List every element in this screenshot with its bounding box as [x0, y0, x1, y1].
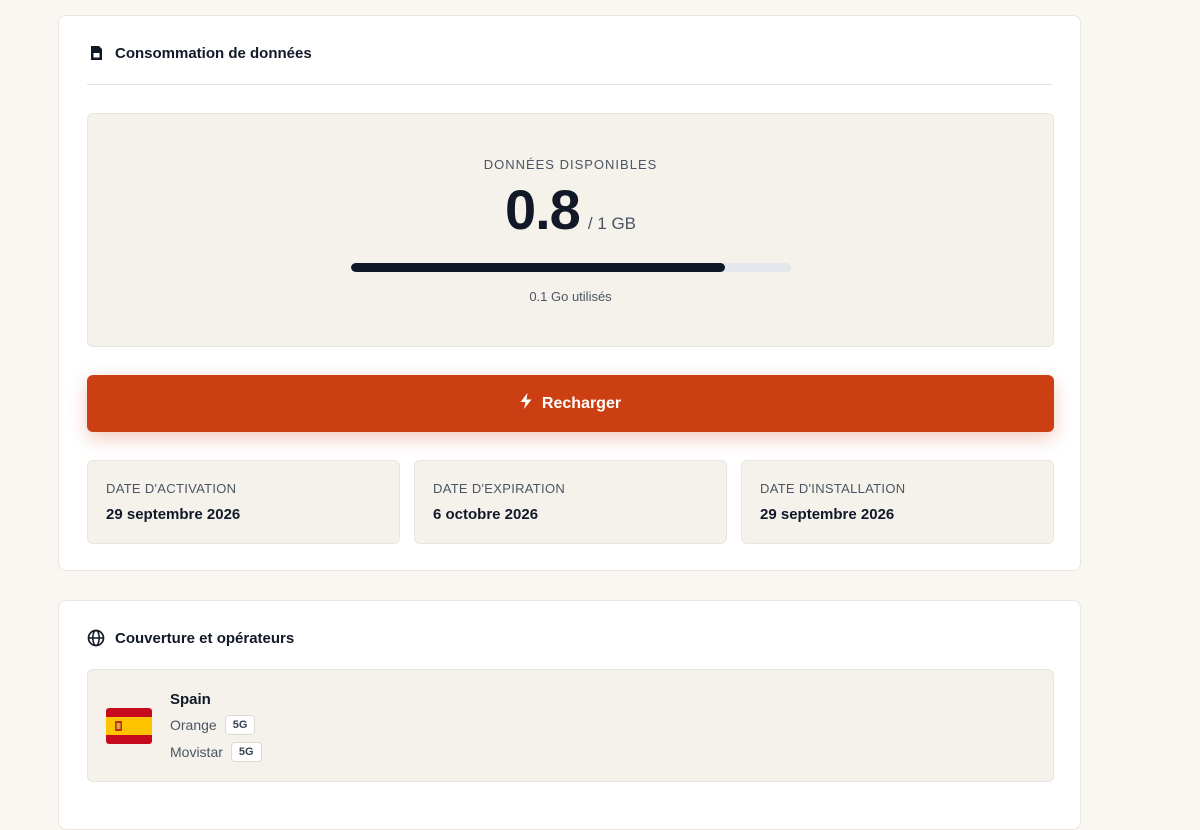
- available-data-panel: DONNÉES DISPONIBLES 0.8 / 1 GB 0.1 Go ut…: [87, 113, 1054, 347]
- installation-date-label: DATE D'INSTALLATION: [760, 481, 906, 496]
- data-usage-header: Consommation de données: [87, 44, 1052, 62]
- coverage-title: Couverture et opérateurs: [115, 629, 295, 647]
- globe-icon: [87, 629, 105, 647]
- available-data-row: 0.8 / 1 GB: [88, 182, 1053, 238]
- data-usage-card: Consommation de données DONNÉES DISPONIB…: [58, 15, 1081, 571]
- header-divider: [87, 84, 1052, 85]
- available-data-label: DONNÉES DISPONIBLES: [483, 157, 658, 172]
- data-total: / 1 GB: [587, 214, 637, 233]
- lightning-icon: [520, 393, 532, 414]
- installation-date-value: 29 septembre 2026: [760, 506, 895, 523]
- sim-card-icon: [87, 44, 105, 62]
- data-used-text: 0.1 Go utilisés: [529, 289, 612, 304]
- expiration-date-label: DATE D'EXPIRATION: [433, 481, 566, 496]
- data-usage-title: Consommation de données: [115, 44, 312, 62]
- network-badge: 5G: [230, 742, 262, 762]
- data-progress-bar: [351, 263, 791, 272]
- activation-date-value: 29 septembre 2026: [106, 506, 241, 523]
- coverage-card: Couverture et opérateurs Spain Orange 5G…: [58, 600, 1081, 830]
- operator-row: Orange 5G: [170, 715, 256, 735]
- available-data-value: 0.8: [504, 178, 581, 241]
- activation-date-label: DATE D'ACTIVATION: [106, 481, 237, 496]
- country-item-spain: Spain Orange 5G Movistar 5G: [87, 669, 1054, 782]
- data-progress-fill: [351, 263, 725, 272]
- expiration-date-value: 6 octobre 2026: [433, 506, 539, 523]
- operator-row: Movistar 5G: [170, 742, 262, 762]
- operator-name: Movistar: [170, 744, 223, 760]
- coverage-header: Couverture et opérateurs: [87, 629, 1052, 647]
- activation-date-box: DATE D'ACTIVATION 29 septembre 2026: [87, 460, 400, 544]
- recharge-button-label: Recharger: [541, 394, 622, 412]
- operator-name: Orange: [170, 717, 217, 733]
- installation-date-box: DATE D'INSTALLATION 29 septembre 2026: [741, 460, 1054, 544]
- country-name: Spain: [170, 691, 211, 708]
- network-badge: 5G: [224, 715, 256, 735]
- recharge-button[interactable]: Recharger: [87, 375, 1054, 432]
- spain-flag-icon: [106, 708, 152, 744]
- expiration-date-box: DATE D'EXPIRATION 6 octobre 2026: [414, 460, 727, 544]
